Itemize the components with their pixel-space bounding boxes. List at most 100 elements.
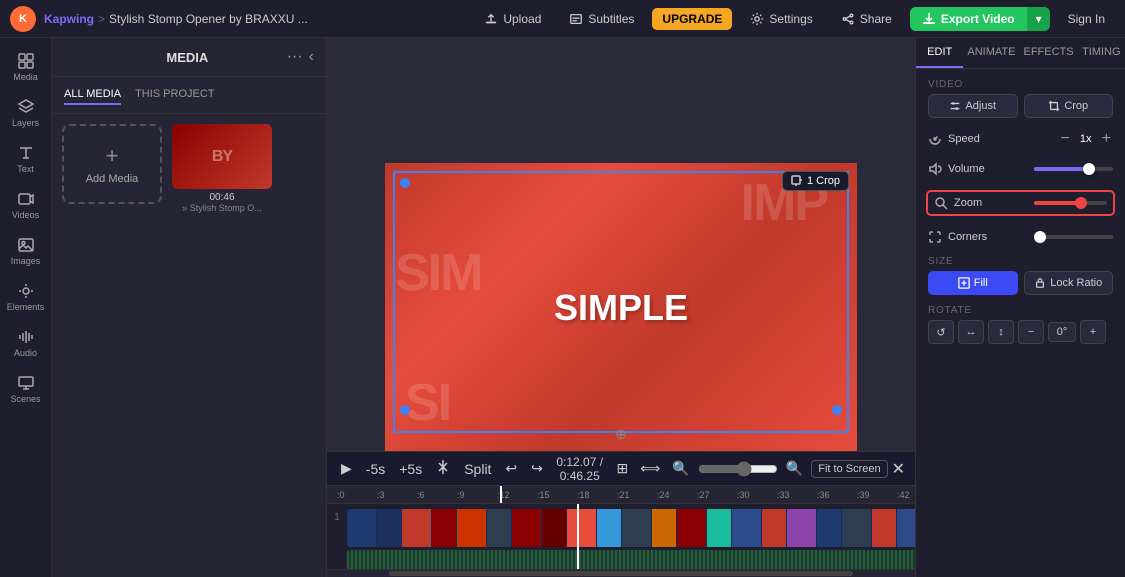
speed-value: 1x [1076,133,1096,145]
tab-this-project[interactable]: THIS PROJECT [135,85,214,105]
flip-h-button[interactable]: ↔ [958,320,984,344]
fill-button[interactable]: Fill [928,271,1018,295]
zoom-label: Zoom [954,197,1028,209]
tl-zoom-in-button[interactable]: 🔍 [782,458,807,479]
video-track[interactable] [347,509,915,547]
canvas-frame[interactable]: IMP SIM SI SIMPLE ⊕ [385,163,857,453]
tl-close-button[interactable]: ✕ [892,459,905,479]
playhead[interactable] [577,504,579,569]
sidebar-item-elements[interactable]: Elements [4,276,48,318]
subtitles-button[interactable]: Subtitles [559,8,644,30]
speed-icon [928,132,942,146]
size-label: SIZE [928,256,1113,267]
sidebar-media-label: Media [13,72,38,82]
playhead-marker [500,486,502,503]
crop-button[interactable]: Crop [1024,94,1114,118]
tl-magnet-button[interactable]: ⟺ [636,458,664,479]
crop-badge[interactable]: 1 Crop [782,171,849,191]
video-section: VIDEO Adjust Crop [928,79,1113,118]
tab-effects[interactable]: EFFECTS [1019,38,1077,68]
sidebar-item-audio[interactable]: Audio [4,322,48,364]
speed-minus-button[interactable]: − [1058,130,1071,148]
undo-button[interactable]: ↩ [501,458,521,479]
volume-control: Volume [928,162,1113,176]
corners-control: Corners [928,230,1113,244]
split-icon [432,458,454,479]
rotate-minus-button[interactable]: − [1018,320,1044,344]
sidebar-item-videos[interactable]: Videos [4,184,48,226]
skip-forward-button[interactable]: +5s [395,459,426,479]
tl-grid-button[interactable]: ⊞ [613,458,633,479]
volume-icon [928,162,942,176]
tl-zoom-slider[interactable] [698,461,778,477]
breadcrumb-sep: > [98,12,105,26]
bottom-timeline: ▶ -5s +5s Split ↩ ↪ 0:12.07 / 0:46.25 ⊞ … [327,451,915,577]
timeline-track-area: 1 [327,504,915,569]
logo: K [10,6,36,32]
flip-v-button[interactable]: ↕ [988,320,1014,344]
media-panel: MEDIA ··· ‹ ALL MEDIA THIS PROJECT + Add… [52,38,327,577]
rotate-section: ROTATE ↺ ↔ ↕ − 0° + [928,305,1113,344]
media-item-name: » Stylish Stomp O... [172,203,272,213]
breadcrumb: Kapwing > Stylish Stomp Opener by BRAXXU… [44,12,308,26]
sidebar-item-images[interactable]: Images [4,230,48,272]
project-title: Stylish Stomp Opener by BRAXXU ... [109,12,308,26]
zoom-slider-track[interactable] [1034,201,1108,205]
tl-scrollbar[interactable] [327,569,915,577]
split-button[interactable]: Split [460,459,495,479]
corners-icon [928,230,942,244]
sidebar-item-text[interactable]: Text [4,138,48,180]
redo-button[interactable]: ↪ [527,458,547,479]
skip-back-button[interactable]: -5s [362,459,389,479]
size-section: SIZE Fill Lock Ratio [928,256,1113,295]
play-button[interactable]: ▶ [337,458,356,479]
timeline-ruler: :0 :3 :6 :9 :12 :15 :18 :21 :24 :27 :30 … [327,486,915,504]
media-more-dots[interactable]: ··· [287,48,303,66]
canvas-move-handle[interactable]: ⊕ [615,426,627,443]
tab-animate[interactable]: ANIMATE [963,38,1019,68]
right-panel: EDIT ANIMATE EFFECTS TIMING VIDEO Adjust… [915,38,1125,577]
volume-slider-track[interactable] [1034,167,1114,171]
settings-button[interactable]: Settings [740,8,822,30]
icon-sidebar: Media Layers Text Videos Images Elements… [0,38,52,577]
upgrade-button[interactable]: UPGRADE [652,8,732,30]
sidebar-item-layers[interactable]: Layers [4,92,48,134]
sidebar-scenes-label: Scenes [10,394,40,404]
canvas-area: IMP SIM SI SIMPLE ⊕ 1 Crop [327,38,915,577]
upload-button[interactable]: Upload [474,8,551,30]
sidebar-item-scenes[interactable]: Scenes [4,368,48,410]
sidebar-text-label: Text [17,164,34,174]
topbar: K Kapwing > Stylish Stomp Opener by BRAX… [0,0,1125,38]
fit-to-screen-button[interactable]: Fit to Screen [811,460,887,478]
corners-slider-track[interactable] [1034,235,1114,239]
tab-all-media[interactable]: ALL MEDIA [64,85,121,105]
adjust-button[interactable]: Adjust [928,94,1018,118]
corners-label: Corners [948,231,1028,243]
sidebar-images-label: Images [11,256,41,266]
lock-ratio-button[interactable]: Lock Ratio [1024,271,1114,295]
share-button[interactable]: Share [831,8,902,30]
total-time: 0:46.25 [560,469,600,483]
sidebar-item-media[interactable]: Media [4,46,48,88]
rotate-plus-button[interactable]: + [1080,320,1106,344]
tl-zoom-out-button[interactable]: 🔍 [668,458,693,479]
export-dropdown-button[interactable]: ▾ [1027,7,1050,31]
rotate-degree: 0° [1048,322,1076,342]
speed-plus-button[interactable]: + [1100,130,1113,148]
rotate-label: ROTATE [928,305,1113,316]
media-panel-title: MEDIA [88,50,287,65]
zoom-icon [934,196,948,210]
export-main-button[interactable]: Export Video [910,7,1027,31]
media-item[interactable]: BY 00:46 » Stylish Stomp O... [172,124,272,213]
current-time: 0:12.07 [556,455,596,469]
signin-button[interactable]: Sign In [1058,8,1115,30]
audio-track [347,550,915,569]
tab-timing[interactable]: TIMING [1078,38,1125,68]
add-media-button[interactable]: + Add Media [62,124,162,204]
rotate-ccw-button[interactable]: ↺ [928,320,954,344]
speed-label: Speed [948,133,1052,145]
tab-edit[interactable]: EDIT [916,38,963,68]
media-panel-collapse-button[interactable]: ‹ [309,48,314,66]
export-button-group: Export Video ▾ [910,7,1050,31]
brand-link[interactable]: Kapwing [44,12,94,26]
